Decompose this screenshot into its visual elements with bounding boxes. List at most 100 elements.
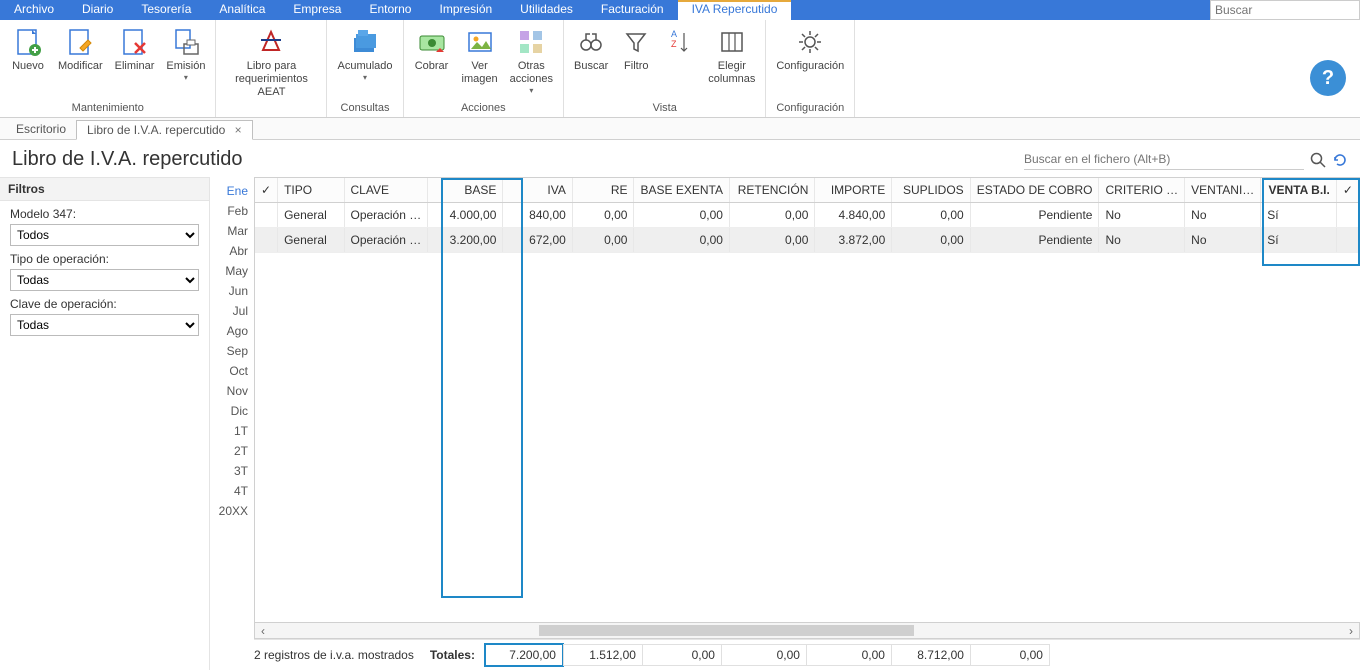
refresh-icon[interactable]: [1332, 152, 1348, 168]
sort-az-icon: AZ: [664, 26, 696, 58]
filter-clave-label: Clave de operación:: [10, 297, 199, 311]
scroll-left-icon[interactable]: ‹: [255, 624, 271, 638]
ribbon-group-acciones: Cobrar Ver imagen Otras acciones ▾ Accio…: [404, 20, 565, 117]
menu-empresa[interactable]: Empresa: [279, 0, 355, 20]
filter-clave-select[interactable]: Todas: [10, 314, 199, 336]
col-base-exenta[interactable]: BASE EXENTA: [634, 178, 729, 203]
month-tab-nov[interactable]: Nov: [218, 381, 254, 401]
month-tab-jun[interactable]: Jun: [218, 281, 254, 301]
month-tab-ene[interactable]: Ene: [218, 181, 254, 201]
menu-facturacion[interactable]: Facturación: [587, 0, 678, 20]
menu-archivo[interactable]: Archivo: [0, 0, 68, 20]
ribbon-group-mantenimiento: Nuevo Modificar Eliminar Emisión ▾: [0, 20, 216, 117]
menu-diario[interactable]: Diario: [68, 0, 127, 20]
help-icon: ?: [1322, 67, 1334, 90]
ribbon-nuevo[interactable]: Nuevo: [4, 24, 52, 75]
filters-title: Filtros: [0, 177, 209, 201]
ribbon-modificar[interactable]: Modificar: [52, 24, 109, 75]
col-criterio[interactable]: CRITERIO …: [1099, 178, 1185, 203]
filter-tipo-select[interactable]: Todas: [10, 269, 199, 291]
month-tab-jul[interactable]: Jul: [218, 301, 254, 321]
total-importe: 8.712,00: [891, 644, 971, 666]
grid-footer: 2 registros de i.v.a. mostrados Totales:…: [254, 639, 1360, 670]
col-venta-bi[interactable]: VENTA B.I.: [1261, 178, 1337, 203]
money-icon: [416, 26, 448, 58]
ribbon-eliminar[interactable]: Eliminar: [109, 24, 161, 75]
ribbon-configuracion-label: Configuración: [776, 60, 844, 73]
month-tab-ago[interactable]: Ago: [218, 321, 254, 341]
ribbon-libro-aeat[interactable]: Libro para requerimientos AEAT: [220, 24, 322, 101]
ribbon-configuracion[interactable]: Configuración: [770, 24, 850, 75]
menu-impresion[interactable]: Impresión: [425, 0, 506, 20]
file-search-input[interactable]: [1024, 149, 1304, 170]
ribbon-buscar[interactable]: Buscar: [568, 24, 614, 75]
binoculars-icon: [575, 26, 607, 58]
col-importe[interactable]: IMPORTE: [815, 178, 892, 203]
month-tab-oct[interactable]: Oct: [218, 361, 254, 381]
global-search-input[interactable]: [1215, 3, 1355, 17]
totales-label: Totales:: [426, 648, 485, 662]
col-tipo[interactable]: TIPO: [278, 178, 344, 203]
month-tab-feb[interactable]: Feb: [218, 201, 254, 221]
table-row[interactable]: GeneralOperación …4.000,00840,000,000,00…: [255, 203, 1360, 228]
col-check-end[interactable]: ✓: [1336, 178, 1359, 203]
ribbon-elegir-columnas[interactable]: Elegir columnas: [702, 24, 761, 88]
col-retencion[interactable]: RETENCIÓN: [729, 178, 814, 203]
month-tab-1t[interactable]: 1T: [218, 421, 254, 441]
edit-document-icon: [64, 26, 96, 58]
ribbon-buscar-label: Buscar: [574, 60, 608, 73]
month-tab-4t[interactable]: 4T: [218, 481, 254, 501]
close-icon[interactable]: ×: [235, 123, 242, 137]
col-base[interactable]: BASE: [428, 178, 503, 203]
col-re[interactable]: RE: [572, 178, 634, 203]
menu-tesoreria[interactable]: Tesorería: [127, 0, 205, 20]
month-tab-20xx[interactable]: 20XX: [218, 501, 254, 521]
chevron-down-icon: ▾: [184, 73, 188, 82]
col-clave[interactable]: CLAVE: [344, 178, 428, 203]
columns-icon: [716, 26, 748, 58]
col-check[interactable]: ✓: [255, 178, 278, 203]
menu-utilidades[interactable]: Utilidades: [506, 0, 587, 20]
search-icon[interactable]: [1310, 152, 1326, 168]
page-title: Libro de I.V.A. repercutido: [12, 148, 1024, 171]
month-tab-3t[interactable]: 3T: [218, 461, 254, 481]
menu-iva-repercutido[interactable]: IVA Repercutido: [678, 0, 792, 20]
folder-stack-icon: [349, 26, 381, 58]
month-tab-mar[interactable]: Mar: [218, 221, 254, 241]
tab-libro-iva[interactable]: Libro de I.V.A. repercutido ×: [76, 120, 253, 140]
month-tab-abr[interactable]: Abr: [218, 241, 254, 261]
month-tab-sep[interactable]: Sep: [218, 341, 254, 361]
aeat-logo-icon: [255, 26, 287, 58]
help-button[interactable]: ?: [1310, 60, 1346, 96]
month-tab-may[interactable]: May: [218, 261, 254, 281]
ribbon-ver-imagen[interactable]: Ver imagen: [456, 24, 504, 88]
filters-panel: Filtros Modelo 347: Todos Tipo de operac…: [0, 177, 210, 670]
ribbon-group-config: Configuración Configuración: [766, 20, 855, 117]
ribbon-acumulado[interactable]: Acumulado ▾: [331, 24, 398, 84]
menu-entorno[interactable]: Entorno: [355, 0, 425, 20]
filter-modelo-select[interactable]: Todos: [10, 224, 199, 246]
gear-icon: [794, 26, 826, 58]
ribbon-otras-acciones[interactable]: Otras acciones ▾: [504, 24, 559, 97]
global-search[interactable]: [1210, 0, 1360, 20]
col-iva[interactable]: IVA: [503, 178, 572, 203]
horizontal-scrollbar[interactable]: ‹ ›: [254, 623, 1360, 639]
ribbon-cobrar[interactable]: Cobrar: [408, 24, 456, 75]
ribbon-libro-aeat-label: Libro para requerimientos AEAT: [226, 60, 316, 99]
col-ventani[interactable]: VENTANI…: [1185, 178, 1261, 203]
menu-analitica[interactable]: Analítica: [205, 0, 279, 20]
ribbon-elegir-columnas-label: Elegir columnas: [708, 60, 755, 86]
tab-escritorio[interactable]: Escritorio: [6, 120, 76, 138]
col-estado[interactable]: ESTADO DE COBRO: [970, 178, 1099, 203]
col-suplidos[interactable]: SUPLIDOS: [892, 178, 970, 203]
data-grid[interactable]: ✓ TIPO CLAVE BASE IVA RE BASE EXENTA RET…: [254, 177, 1360, 623]
delete-document-icon: [118, 26, 150, 58]
scroll-right-icon[interactable]: ›: [1343, 624, 1359, 638]
ribbon-filtro[interactable]: Filtro: [614, 24, 658, 75]
table-row[interactable]: GeneralOperación …3.200,00672,000,000,00…: [255, 228, 1360, 253]
month-tab-2t[interactable]: 2T: [218, 441, 254, 461]
ribbon-filtro-label: Filtro: [624, 60, 648, 73]
ribbon-emision[interactable]: Emisión ▾: [160, 24, 211, 84]
ribbon-sort[interactable]: AZ: [658, 24, 702, 62]
month-tab-dic[interactable]: Dic: [218, 401, 254, 421]
